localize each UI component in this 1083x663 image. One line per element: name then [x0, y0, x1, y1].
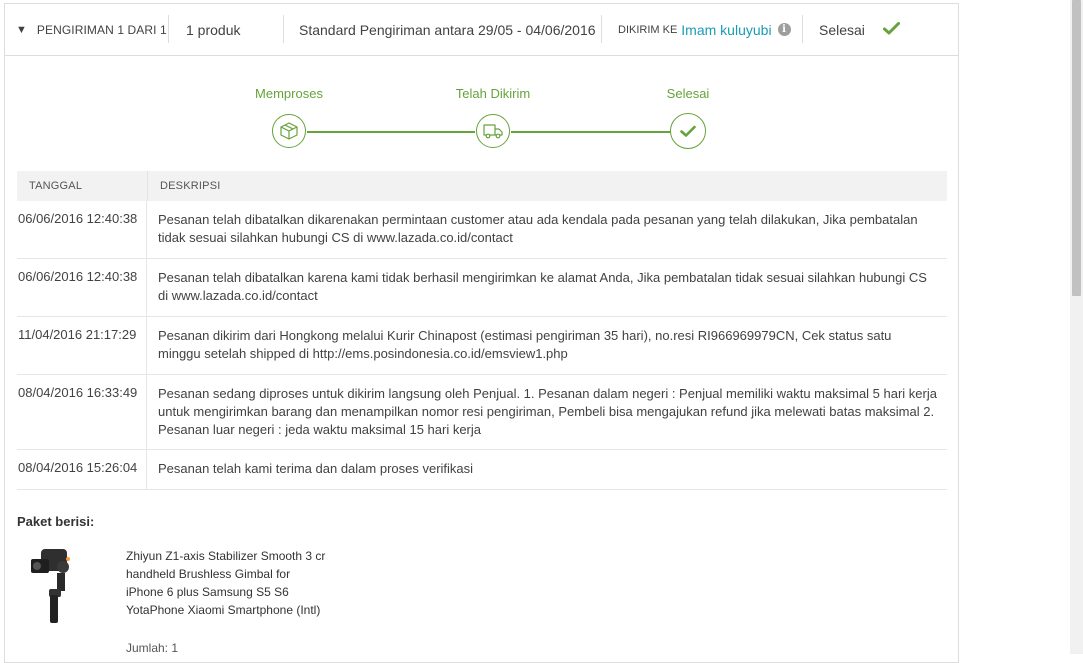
recipient-link[interactable]: Imam kuluyubi [681, 22, 771, 38]
product-name[interactable]: Zhiyun Z1-axis Stabilizer Smooth 3 cr ha… [126, 547, 326, 619]
table-row: 06/06/2016 12:40:38 Pesanan telah dibata… [17, 201, 947, 259]
column-header-description: DESKRIPSI [147, 171, 947, 201]
column-header-date: TANGGAL [29, 180, 83, 192]
shipment-label: PENGIRIMAN 1 DARI 1 [36, 22, 167, 37]
row-description: Pesanan telah dibatalkan karena kami tid… [158, 270, 927, 303]
row-description: Pesanan dikirim dari Hongkong melalui Ku… [158, 328, 892, 361]
shipment-tracker: Memproses Telah Dikirim Selesai [5, 56, 958, 166]
product-count: 1 produk [186, 21, 241, 38]
ship-to: DIKIRIM KE Imam kuluyubi i [618, 4, 791, 55]
table-header: TANGGAL DESKRIPSI [17, 171, 947, 201]
truck-icon [476, 114, 510, 148]
step-label-done: Selesai [666, 86, 710, 101]
status-label: Selesai [819, 21, 865, 38]
row-description: Pesanan sedang diproses untuk dikirim la… [158, 386, 937, 437]
scrollbar-thumb[interactable] [1072, 0, 1081, 296]
row-description: Pesanan telah kami terima dan dalam pros… [158, 461, 474, 476]
row-date: 06/06/2016 12:40:38 [17, 259, 147, 316]
shipment-toggle[interactable]: ▼ PENGIRIMAN 1 DARI 1 [16, 4, 167, 55]
caret-down-icon: ▼ [16, 23, 27, 36]
table-row: 08/04/2016 16:33:49 Pesanan sedang dipro… [17, 375, 947, 450]
tracking-table: TANGGAL DESKRIPSI 06/06/2016 12:40:38 Pe… [17, 171, 947, 490]
row-date: 08/04/2016 15:26:04 [17, 450, 147, 489]
progress-line [511, 131, 671, 133]
check-icon [882, 21, 900, 38]
table-row: 08/04/2016 15:26:04 Pesanan telah kami t… [17, 450, 947, 490]
product-quantity: Jumlah: 1 [126, 641, 179, 655]
step-label-processing: Memproses [255, 86, 323, 101]
status: Selesai [819, 4, 900, 55]
row-date: 08/04/2016 16:33:49 [17, 375, 147, 449]
table-row: 11/04/2016 21:17:29 Pesanan dikirim dari… [17, 317, 947, 375]
check-circle-icon [670, 113, 706, 149]
product-image[interactable] [23, 545, 83, 625]
box-icon [272, 114, 306, 148]
shipment-header: ▼ PENGIRIMAN 1 DARI 1 1 produk Standard … [5, 4, 958, 56]
row-description: Pesanan telah dibatalkan dikarenakan per… [158, 212, 918, 245]
row-date: 06/06/2016 12:40:38 [17, 201, 147, 258]
vertical-scrollbar[interactable] [1070, 0, 1083, 654]
info-icon[interactable]: i [777, 23, 791, 36]
shipment-card: ▼ PENGIRIMAN 1 DARI 1 1 produk Standard … [4, 3, 959, 663]
ship-to-label: DIKIRIM KE [618, 23, 678, 36]
package-title: Paket berisi: [17, 514, 95, 529]
shipping-info: Standard Pengiriman antara 29/05 - 04/06… [299, 21, 596, 38]
progress-line [307, 131, 475, 133]
table-row: 06/06/2016 12:40:38 Pesanan telah dibata… [17, 259, 947, 317]
step-label-shipped: Telah Dikirim [455, 86, 531, 101]
row-date: 11/04/2016 21:17:29 [17, 317, 147, 374]
